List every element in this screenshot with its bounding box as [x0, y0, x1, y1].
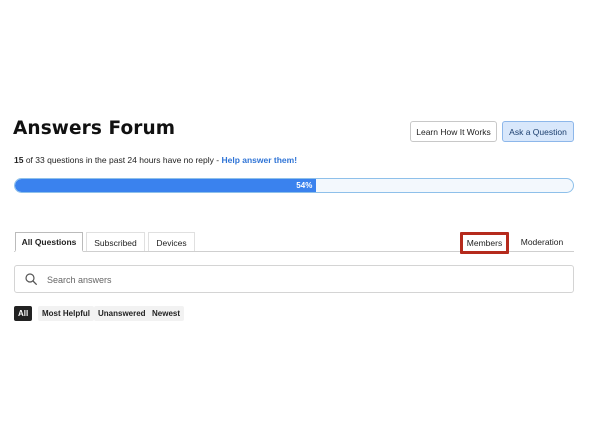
page-title: Answers Forum [13, 118, 176, 139]
help-answer-link[interactable]: Help answer them! [221, 155, 297, 165]
reply-progress-bar: 54% [14, 178, 574, 193]
ask-a-question-button[interactable]: Ask a Question [502, 121, 574, 142]
progress-label: 54% [296, 181, 313, 190]
filter-newest[interactable]: Newest [148, 306, 185, 321]
learn-how-it-works-button[interactable]: Learn How It Works [410, 121, 497, 142]
stats-text: of 33 questions in the past 24 hours hav… [23, 155, 222, 165]
tab-all-questions[interactable]: All Questions [15, 232, 83, 252]
filter-most-helpful[interactable]: Most Helpful [38, 306, 94, 321]
tab-members[interactable]: Members [460, 232, 509, 254]
unanswered-stats: 15 of 33 questions in the past 24 hours … [14, 155, 297, 165]
search-bar [14, 265, 574, 293]
filter-unanswered[interactable]: Unanswered [94, 306, 150, 321]
tab-devices[interactable]: Devices [148, 232, 195, 252]
tab-moderation[interactable]: Moderation [516, 232, 568, 252]
progress-fill: 54% [15, 179, 317, 192]
search-input[interactable] [45, 270, 549, 290]
filter-all[interactable]: All [14, 306, 33, 321]
search-icon [25, 273, 37, 285]
tab-subscribed[interactable]: Subscribed [86, 232, 145, 252]
